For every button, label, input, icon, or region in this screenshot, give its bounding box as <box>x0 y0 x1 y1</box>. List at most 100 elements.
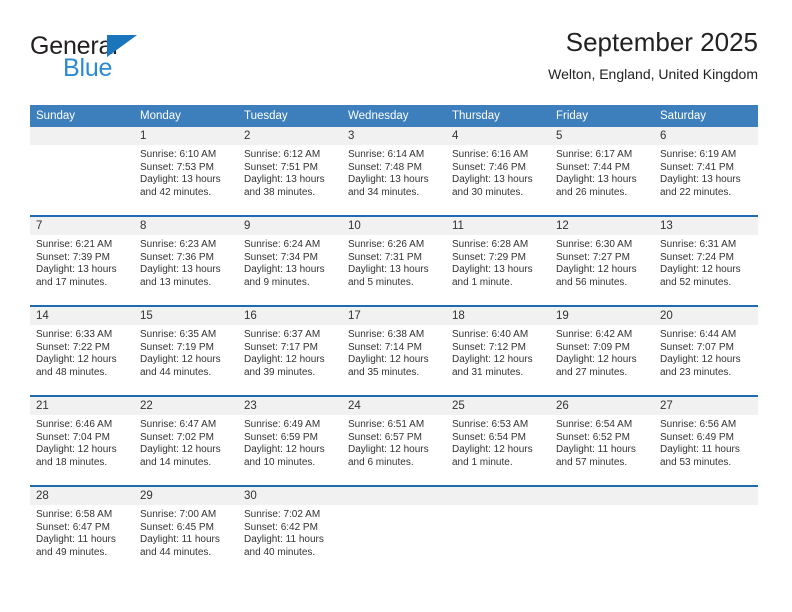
day-detail-line: Daylight: 12 hours <box>660 354 741 366</box>
day-cell[interactable]: Sunrise: 6:10 AM Sunset: 7:53 PM Daylight:… <box>134 145 238 215</box>
day-detail-line: and 17 minutes. <box>36 276 108 288</box>
day-cell[interactable]: Sunrise: 6:14 AM Sunset: 7:48 PM Daylight:… <box>342 145 446 215</box>
day-cell[interactable]: Sunrise: 6:38 AM Sunset: 7:14 PM Daylight:… <box>342 325 446 395</box>
day-detail-line: Sunrise: 6:21 AM <box>36 239 113 250</box>
day-detail-line: Daylight: 13 hours <box>348 174 429 186</box>
day-detail-line: Sunset: 7:48 PM <box>348 161 422 173</box>
day-number[interactable]: 28 <box>30 487 134 505</box>
day-detail-line: and 26 minutes. <box>556 186 628 198</box>
weekday-header-row: Sunday Monday Tuesday Wednesday Thursday… <box>30 105 758 127</box>
day-number[interactable]: 27 <box>654 397 758 415</box>
day-number[interactable]: 17 <box>342 307 446 325</box>
day-cell-empty <box>342 505 446 575</box>
day-number[interactable]: 29 <box>134 487 238 505</box>
day-detail-line: Sunset: 7:09 PM <box>556 341 630 353</box>
page-header: General Blue September 2025 Welton, Engl… <box>30 26 758 98</box>
day-number[interactable]: 18 <box>446 307 550 325</box>
day-cell[interactable]: Sunrise: 6:33 AM Sunset: 7:22 PM Daylight:… <box>30 325 134 395</box>
day-detail-line: Daylight: 12 hours <box>556 264 637 276</box>
day-number[interactable]: 1 <box>134 127 238 145</box>
day-cell[interactable]: Sunrise: 6:42 AM Sunset: 7:09 PM Daylight:… <box>550 325 654 395</box>
day-number[interactable]: 11 <box>446 217 550 235</box>
day-detail-line: Sunrise: 6:28 AM <box>452 239 529 250</box>
day-detail-line: Daylight: 11 hours <box>140 534 220 546</box>
week-detail-row: Sunrise: 6:46 AM Sunset: 7:04 PM Daylight:… <box>30 415 758 485</box>
day-number[interactable]: 23 <box>238 397 342 415</box>
day-detail-line: Sunrise: 6:38 AM <box>348 329 425 340</box>
day-number[interactable]: 21 <box>30 397 134 415</box>
day-detail-line: Sunrise: 6:56 AM <box>660 419 737 430</box>
day-detail-line: Sunrise: 6:58 AM <box>36 509 113 520</box>
day-number[interactable]: 20 <box>654 307 758 325</box>
day-number[interactable]: 7 <box>30 217 134 235</box>
day-number[interactable]: 12 <box>550 217 654 235</box>
day-detail-line: Daylight: 13 hours <box>348 264 429 276</box>
day-number[interactable]: 2 <box>238 127 342 145</box>
day-detail-line: Sunrise: 6:17 AM <box>556 149 633 160</box>
day-number[interactable]: 16 <box>238 307 342 325</box>
day-cell[interactable]: Sunrise: 6:26 AM Sunset: 7:31 PM Daylight:… <box>342 235 446 305</box>
day-cell[interactable]: Sunrise: 6:49 AM Sunset: 6:59 PM Daylight:… <box>238 415 342 485</box>
day-number[interactable]: 9 <box>238 217 342 235</box>
generalblue-logo[interactable]: General Blue <box>30 32 230 86</box>
day-number[interactable]: 26 <box>550 397 654 415</box>
day-detail-line: and 18 minutes. <box>36 456 108 468</box>
day-cell[interactable]: Sunrise: 6:23 AM Sunset: 7:36 PM Daylight:… <box>134 235 238 305</box>
day-detail-line: Sunset: 7:46 PM <box>452 161 526 173</box>
day-detail-line: Sunrise: 6:33 AM <box>36 329 113 340</box>
day-cell[interactable]: Sunrise: 6:56 AM Sunset: 6:49 PM Daylight:… <box>654 415 758 485</box>
day-cell[interactable]: Sunrise: 6:17 AM Sunset: 7:44 PM Daylight:… <box>550 145 654 215</box>
day-number[interactable]: 30 <box>238 487 342 505</box>
day-cell[interactable]: Sunrise: 6:47 AM Sunset: 7:02 PM Daylight:… <box>134 415 238 485</box>
day-cell[interactable]: Sunrise: 6:16 AM Sunset: 7:46 PM Daylight:… <box>446 145 550 215</box>
day-cell[interactable]: Sunrise: 6:30 AM Sunset: 7:27 PM Daylight:… <box>550 235 654 305</box>
day-cell[interactable]: Sunrise: 6:35 AM Sunset: 7:19 PM Daylight:… <box>134 325 238 395</box>
day-cell[interactable]: Sunrise: 7:00 AM Sunset: 6:45 PM Daylight:… <box>134 505 238 575</box>
day-detail-line: and 34 minutes. <box>348 186 420 198</box>
day-detail-line: and 35 minutes. <box>348 366 420 378</box>
day-cell[interactable]: Sunrise: 6:37 AM Sunset: 7:17 PM Daylight:… <box>238 325 342 395</box>
day-detail-line: Sunrise: 6:16 AM <box>452 149 529 160</box>
day-number[interactable]: 10 <box>342 217 446 235</box>
day-number[interactable]: 22 <box>134 397 238 415</box>
day-number[interactable]: 19 <box>550 307 654 325</box>
day-cell[interactable]: Sunrise: 6:28 AM Sunset: 7:29 PM Daylight:… <box>446 235 550 305</box>
day-detail-line: and 27 minutes. <box>556 366 628 378</box>
day-cell[interactable]: Sunrise: 6:54 AM Sunset: 6:52 PM Daylight:… <box>550 415 654 485</box>
day-number[interactable]: 25 <box>446 397 550 415</box>
day-cell[interactable]: Sunrise: 6:40 AM Sunset: 7:12 PM Daylight:… <box>446 325 550 395</box>
day-number[interactable]: 5 <box>550 127 654 145</box>
day-cell[interactable]: Sunrise: 6:44 AM Sunset: 7:07 PM Daylight:… <box>654 325 758 395</box>
day-cell[interactable]: Sunrise: 7:02 AM Sunset: 6:42 PM Daylight:… <box>238 505 342 575</box>
day-cell[interactable]: Sunrise: 6:51 AM Sunset: 6:57 PM Daylight:… <box>342 415 446 485</box>
day-detail-line: Sunset: 7:44 PM <box>556 161 630 173</box>
day-detail-line: Sunset: 7:22 PM <box>36 341 110 353</box>
day-number[interactable]: 4 <box>446 127 550 145</box>
week-detail-row: Sunrise: 6:58 AM Sunset: 6:47 PM Daylight:… <box>30 505 758 575</box>
day-number[interactable]: 14 <box>30 307 134 325</box>
day-number[interactable]: 8 <box>134 217 238 235</box>
day-number[interactable]: 24 <box>342 397 446 415</box>
day-detail-line: and 23 minutes. <box>660 366 732 378</box>
day-cell[interactable]: Sunrise: 6:53 AM Sunset: 6:54 PM Daylight:… <box>446 415 550 485</box>
day-cell-empty <box>654 505 758 575</box>
day-detail-line: Sunset: 6:47 PM <box>36 521 110 533</box>
day-number[interactable]: 15 <box>134 307 238 325</box>
day-detail-line: and 57 minutes. <box>556 456 628 468</box>
day-cell[interactable]: Sunrise: 6:19 AM Sunset: 7:41 PM Daylight:… <box>654 145 758 215</box>
day-detail-line: Sunset: 6:42 PM <box>244 521 318 533</box>
day-cell[interactable]: Sunrise: 6:31 AM Sunset: 7:24 PM Daylight:… <box>654 235 758 305</box>
day-cell[interactable]: Sunrise: 6:21 AM Sunset: 7:39 PM Daylight:… <box>30 235 134 305</box>
day-number[interactable]: 3 <box>342 127 446 145</box>
day-cell[interactable]: Sunrise: 6:46 AM Sunset: 7:04 PM Daylight:… <box>30 415 134 485</box>
day-number[interactable]: 13 <box>654 217 758 235</box>
day-number[interactable]: 6 <box>654 127 758 145</box>
day-cell[interactable]: Sunrise: 6:24 AM Sunset: 7:34 PM Daylight:… <box>238 235 342 305</box>
day-detail-line: Daylight: 11 hours <box>36 534 116 546</box>
page-title: September 2025 <box>565 27 758 57</box>
day-detail-line: Sunset: 7:41 PM <box>660 161 734 173</box>
day-cell[interactable]: Sunrise: 6:12 AM Sunset: 7:51 PM Daylight:… <box>238 145 342 215</box>
day-detail-line: Sunset: 7:24 PM <box>660 251 734 263</box>
day-cell[interactable]: Sunrise: 6:58 AM Sunset: 6:47 PM Daylight:… <box>30 505 134 575</box>
day-detail-line: Daylight: 13 hours <box>556 174 637 186</box>
